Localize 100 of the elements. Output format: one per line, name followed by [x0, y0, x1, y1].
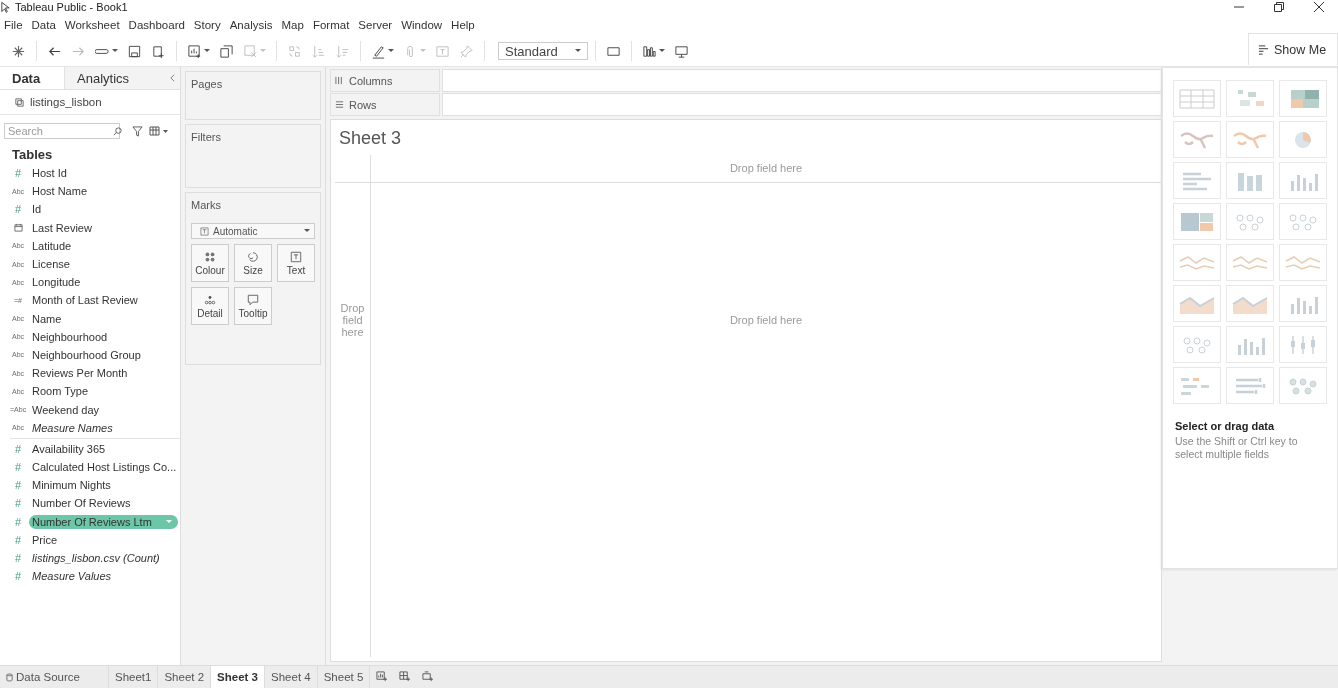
field-item[interactable]: Minimum Nights — [32, 479, 111, 492]
menu-item[interactable]: Format — [312, 19, 350, 31]
chart-type-thumbnail[interactable] — [1279, 326, 1327, 363]
chart-type-thumbnail[interactable] — [1173, 162, 1221, 199]
save-icon[interactable] — [127, 43, 142, 59]
datasource-name[interactable]: listings_lisbon — [30, 96, 102, 108]
field-item[interactable]: Number Of Reviews — [32, 497, 131, 510]
restore-icon[interactable] — [1274, 2, 1284, 12]
rows-shelf[interactable] — [442, 93, 1162, 116]
field-item[interactable]: Price — [32, 533, 58, 546]
field-item[interactable]: Id — [32, 203, 42, 216]
view-options-icon[interactable] — [149, 126, 169, 136]
chart-type-thumbnail[interactable] — [1173, 244, 1221, 281]
field-item[interactable]: Reviews Per Month — [32, 367, 128, 380]
database-plus-icon[interactable] — [151, 43, 166, 59]
chart-type-thumbnail[interactable] — [1173, 80, 1221, 117]
bar-chart-icon — [1258, 44, 1269, 55]
sheet-tab[interactable]: Data Source — [0, 666, 109, 688]
chart-type-thumbnail[interactable] — [1226, 285, 1274, 322]
pen-icon[interactable] — [371, 43, 386, 59]
menu-item[interactable]: Analysis — [229, 19, 273, 31]
field-item[interactable]: Latitude — [32, 239, 72, 252]
chart-type-thumbnail[interactable] — [1173, 285, 1221, 322]
field-item[interactable]: Calculated Host Listings Co... — [32, 461, 177, 474]
close-icon[interactable] — [1314, 2, 1324, 12]
caret-icon[interactable] — [204, 49, 210, 53]
field-item[interactable]: Number Of Reviews Ltm — [29, 514, 178, 529]
caret-icon[interactable] — [112, 49, 118, 53]
chart-type-thumbnail[interactable] — [1226, 326, 1274, 363]
field-item[interactable]: Room Type — [32, 385, 89, 398]
monitor-icon[interactable] — [674, 43, 689, 59]
sheet-tab[interactable]: Sheet 3 — [211, 666, 266, 688]
field-item[interactable]: Host Name — [32, 185, 88, 198]
field-item[interactable]: Host Id — [32, 167, 67, 180]
chart-type-thumbnail[interactable] — [1279, 121, 1327, 158]
chart-type-thumbnail[interactable] — [1173, 326, 1221, 363]
field-item[interactable]: Measure Names — [32, 421, 113, 434]
new-worksheet-icon[interactable] — [376, 671, 388, 682]
field-type-label: # — [13, 442, 23, 455]
field-item[interactable]: Name — [32, 312, 62, 325]
menu-item[interactable]: Data — [31, 19, 56, 31]
chart-type-thumbnail[interactable] — [1279, 80, 1327, 117]
menu-item[interactable]: Server — [358, 19, 393, 31]
search-icon — [113, 127, 122, 136]
menu-item[interactable]: Window — [401, 19, 443, 31]
caret-icon[interactable] — [659, 49, 665, 53]
chart-type-thumbnail[interactable] — [1173, 203, 1221, 240]
columns-shelf[interactable] — [442, 69, 1162, 92]
chart-type-thumbnail[interactable] — [1226, 244, 1274, 281]
marks-button[interactable]: Size — [234, 244, 272, 282]
field-item[interactable]: Neighbourhood — [32, 330, 108, 343]
new-story-icon[interactable] — [422, 671, 434, 682]
field-item[interactable]: Neighbourhood Group — [32, 348, 141, 361]
chart-type-thumbnail[interactable] — [1226, 162, 1274, 199]
field-item[interactable]: Month of Last Review — [32, 294, 138, 307]
collapse-icon[interactable] — [170, 74, 175, 82]
chart-type-thumbnail[interactable] — [1173, 367, 1221, 404]
chart-type-thumbnail[interactable] — [1279, 244, 1327, 281]
menu-item[interactable]: Map — [281, 19, 304, 31]
field-item[interactable]: Measure Values — [32, 570, 112, 583]
chart-type-thumbnail[interactable] — [1279, 162, 1327, 199]
field-item[interactable]: License — [32, 258, 70, 271]
menu-item[interactable]: Story — [193, 19, 221, 31]
field-item[interactable]: Availability 365 — [32, 442, 106, 455]
field-item[interactable]: Weekend day — [32, 403, 100, 416]
menu-item[interactable]: Dashboard — [128, 19, 185, 31]
chart-type-thumbnail[interactable] — [1226, 121, 1274, 158]
caret-icon[interactable] — [575, 49, 581, 53]
search-field[interactable]: Search — [4, 123, 120, 139]
chart-type-thumbnail[interactable] — [1279, 367, 1327, 404]
menu-item[interactable]: Help — [451, 19, 475, 31]
menu-item[interactable]: File — [4, 19, 23, 31]
chart-type-thumbnail[interactable] — [1173, 121, 1221, 158]
menu-item[interactable]: Worksheet — [64, 19, 120, 31]
field-item[interactable]: listings_lisbon.csv (Count) — [32, 552, 160, 565]
marks-button[interactable]: Colour — [191, 244, 229, 282]
marks-button[interactable]: Text — [277, 244, 315, 282]
new-dashboard-icon[interactable] — [399, 671, 411, 682]
marks-button[interactable]: Detail — [191, 287, 229, 325]
chart-type-thumbnail[interactable] — [1279, 285, 1327, 322]
sheet-tab[interactable]: Sheet 5 — [317, 666, 371, 688]
caret-icon[interactable] — [388, 49, 394, 53]
fit-dropdown[interactable]: Standard — [498, 42, 588, 60]
field-type-label: # — [13, 515, 23, 528]
chart-type-thumbnail[interactable] — [1226, 367, 1274, 404]
sheet-tab[interactable]: Sheet 4 — [265, 666, 318, 688]
marks-button[interactable]: Tooltip — [234, 287, 272, 325]
field-item[interactable]: Last Review — [32, 221, 92, 234]
shelf-label: Columns — [349, 74, 393, 87]
mark-type-dropdown[interactable]: Automatic — [191, 223, 315, 239]
pane-tab[interactable]: Analytics — [64, 67, 180, 89]
field-item[interactable]: Longitude — [32, 276, 81, 289]
filter-icon[interactable] — [132, 125, 143, 137]
asterisk-icon[interactable] — [11, 43, 26, 59]
chart-type-thumbnail[interactable] — [1226, 80, 1274, 117]
field-type-label: # — [13, 552, 23, 565]
chart-type-thumbnail[interactable] — [1226, 203, 1274, 240]
chart-type-thumbnail[interactable] — [1279, 203, 1327, 240]
show-me-button[interactable]: Show Me — [1248, 33, 1338, 65]
sheet-tab[interactable]: Sheet1 — [109, 666, 159, 688]
